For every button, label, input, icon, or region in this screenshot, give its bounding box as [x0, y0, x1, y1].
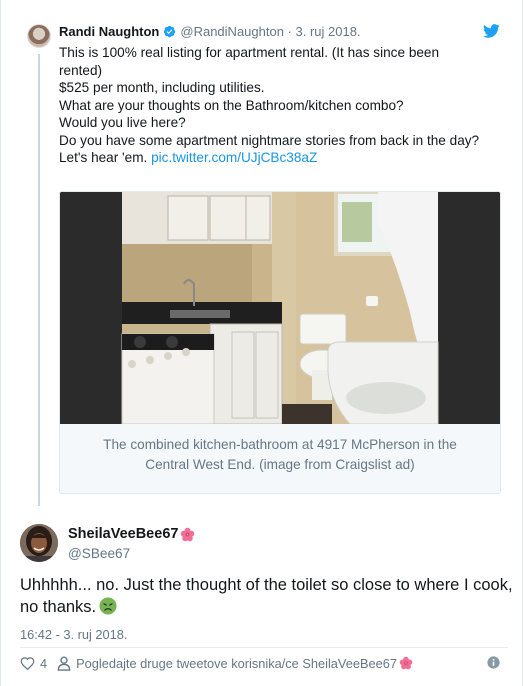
reply-text-line-2: no thanks. [20, 596, 510, 619]
reply-display-name[interactable]: SheilaVeeBee67 [68, 526, 178, 542]
reply-author-avatar[interactable] [20, 524, 58, 562]
thread-connector-line [38, 54, 40, 506]
reply-timestamp[interactable]: 16:42 - 3. ruj 2018. [20, 627, 127, 642]
reply-actions-bar: 4 Pogledajte druge tweetove korisnika/ce… [20, 653, 508, 673]
like-button[interactable]: 4 [20, 656, 47, 671]
quoted-tweet-header: Randi Naughton @RandiNaughton · 3. ruj 2… [59, 24, 361, 39]
kitchen-bathroom-photo[interactable] [60, 192, 500, 424]
quoted-text-line: What are your thoughts on the Bathroom/k… [59, 97, 404, 113]
twitter-bird-icon[interactable] [483, 24, 500, 38]
reply-handle[interactable]: @SBee67 [68, 546, 130, 561]
reply-tweet-text: Uhhhhh... no. Just the thought of the to… [20, 575, 513, 619]
hibiscus-emoji-icon [399, 656, 413, 670]
tweet-page: Randi Naughton @RandiNaughton · 3. ruj 2… [0, 0, 523, 686]
reply-name-row: SheilaVeeBee67 [68, 526, 195, 542]
media-card[interactable]: The combined kitchen-bathroom at 4917 Mc… [59, 191, 501, 494]
quoted-tweet-text: This is 100% real listing for apartment … [59, 44, 509, 167]
reply-text-end: no thanks. [20, 597, 97, 616]
person-icon [57, 656, 71, 671]
quoted-text-line: This is 100% real listing for apartment … [59, 45, 440, 60]
media-caption: The combined kitchen-bathroom at 4917 Mc… [60, 424, 500, 493]
reply-text-line: Uhhhhh... no. Just the thought of the to… [20, 576, 513, 594]
quoted-text-line: $525 per month, including utilities. [59, 80, 265, 95]
quoted-tweet[interactable]: Randi Naughton @RandiNaughton · 3. ruj 2… [19, 10, 511, 506]
similar-accounts-label: Pogledajte druge tweetove korisnika/ce S… [76, 655, 397, 671]
actions-divider [20, 647, 508, 648]
heart-icon [20, 656, 35, 670]
media-link[interactable]: pic.twitter.com/UJjCBc38aZ [151, 150, 317, 165]
quoted-text-line: Would you live here? [59, 115, 186, 130]
quoted-text-last-line: Let's hear 'em. pic.twitter.com/UJjCBc38… [59, 149, 509, 167]
quoted-author-name[interactable]: Randi Naughton [59, 24, 159, 39]
verified-badge-icon [164, 25, 176, 38]
hibiscus-emoji-icon [181, 527, 195, 541]
quoted-text-line: Do you have some apartment nightmare sto… [59, 132, 480, 148]
quoted-text-prefix: Let's hear 'em. [59, 150, 148, 165]
info-icon[interactable] [487, 656, 500, 669]
quoted-author-avatar[interactable] [27, 24, 51, 48]
reply-tweet[interactable]: SheilaVeeBee67 @SBee67 Uhhhhh... no. Jus… [1, 506, 523, 686]
view-similar-tweets-link[interactable]: Pogledajte druge tweetove korisnika/ce S… [57, 656, 418, 671]
caption-line: The combined kitchen-bathroom at 4917 Mc… [103, 437, 457, 452]
quoted-text-line: rented) [59, 62, 103, 78]
quoted-handle-and-date[interactable]: @RandiNaughton · 3. ruj 2018. [180, 24, 360, 39]
like-count: 4 [40, 655, 48, 671]
nauseated-face-emoji-icon [99, 596, 117, 615]
caption-line: Central West End. (image from Craigslist… [145, 457, 415, 472]
